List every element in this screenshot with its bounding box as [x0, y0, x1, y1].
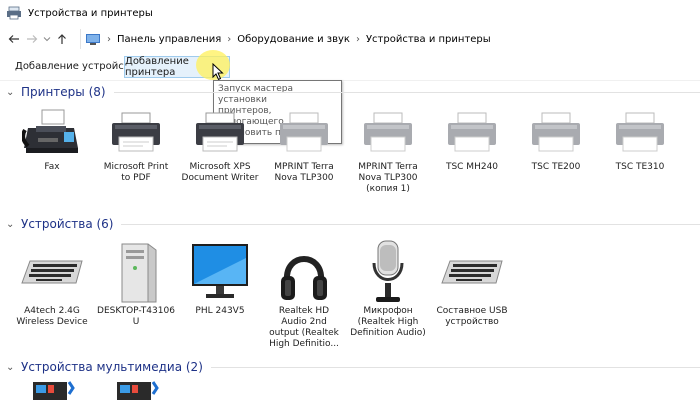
- device-microsoft-print-to-pdf[interactable]: Microsoft Print to PDF: [96, 104, 176, 184]
- printer-grey-icon: [432, 104, 512, 162]
- device-label: output (Realtek: [269, 328, 339, 338]
- group-header-printers[interactable]: ⌄ Принтеры (8): [0, 84, 700, 100]
- device-fax[interactable]: Fax: [12, 104, 92, 173]
- device-label: Audio 2nd: [281, 317, 327, 327]
- group-divider: [113, 91, 700, 93]
- device-label: TSC TE310: [615, 162, 665, 172]
- device-label: (копия 1): [366, 184, 410, 194]
- up-arrow-icon[interactable]: [53, 30, 71, 48]
- breadcrumb-devices-and-printers[interactable]: Устройства и принтеры: [366, 34, 491, 45]
- device-a4tech-wireless[interactable]: A4tech 2.4G Wireless Device: [12, 238, 92, 328]
- device-mprint-terra-nova-tlp300-copy[interactable]: MPRINT Terra Nova TLP300 (копия 1): [348, 104, 428, 195]
- device-label: MPRINT Terra: [358, 162, 418, 172]
- device-tsc-te310[interactable]: TSC TE310: [600, 104, 680, 173]
- device-label: DESKTOP-T43106: [97, 306, 175, 316]
- printer-icon: [96, 104, 176, 162]
- title-bar: Устройства и принтеры: [0, 0, 700, 26]
- device-label: Microsoft XPS: [189, 162, 251, 172]
- breadcrumb-separator-icon: ›: [107, 33, 111, 45]
- group-header-devices[interactable]: ⌄ Устройства (6): [0, 216, 700, 232]
- device-desktop-computer[interactable]: DESKTOP-T43106 U: [96, 238, 176, 328]
- computer-tower-icon: [96, 238, 176, 306]
- device-label: Definition Audio): [350, 328, 426, 338]
- device-label: Microsoft Print: [103, 162, 169, 172]
- breadcrumb-control-panel[interactable]: Панель управления: [117, 34, 221, 45]
- device-label: устройство: [445, 317, 499, 327]
- group-title: Устройства мультимедиа (2): [21, 360, 203, 374]
- printer-grey-icon: [516, 104, 596, 162]
- breadcrumb-separator-icon: ›: [355, 33, 360, 45]
- media-device-icon: [12, 378, 92, 400]
- headphones-icon: [264, 238, 344, 306]
- device-label: Nova TLP300: [358, 173, 418, 183]
- device-label: High Definitio...: [269, 339, 339, 349]
- device-multimedia-2[interactable]: [96, 378, 176, 400]
- microphone-icon: [348, 238, 428, 306]
- device-label: Wireless Device: [16, 317, 88, 327]
- device-multimedia-1[interactable]: [12, 378, 92, 400]
- group-header-multimedia[interactable]: ⌄ Устройства мультимедиа (2): [0, 359, 700, 375]
- fax-icon: [12, 104, 92, 162]
- device-realtek-hd-audio-output[interactable]: Realtek HD Audio 2nd output (Realtek Hig…: [264, 238, 344, 350]
- device-label: TSC MH240: [445, 162, 499, 172]
- device-label: PHL 243V5: [195, 306, 245, 316]
- media-device-icon: [96, 378, 176, 400]
- group-divider: [210, 366, 700, 368]
- device-label: Составное USB: [436, 306, 508, 316]
- printer-grey-icon: [264, 104, 344, 162]
- device-tsc-mh240[interactable]: TSC MH240: [432, 104, 512, 173]
- monitor-icon: [180, 238, 260, 306]
- breadcrumb-separator-icon: ›: [227, 33, 232, 45]
- keyboard-icon: [432, 238, 512, 306]
- device-label: TSC TE200: [531, 162, 581, 172]
- mouse-cursor-icon: [212, 63, 224, 81]
- back-arrow-icon[interactable]: [5, 30, 23, 48]
- group-title: Устройства (6): [21, 217, 114, 231]
- device-label: Document Writer: [181, 173, 259, 183]
- device-microphone[interactable]: Микрофон (Realtek High Definition Audio): [348, 238, 428, 339]
- printer-grey-icon: [600, 104, 680, 162]
- device-label: MPRINT Terra: [274, 162, 334, 172]
- recent-locations-chevron-icon[interactable]: [41, 30, 53, 48]
- device-tsc-te200[interactable]: TSC TE200: [516, 104, 596, 173]
- device-label: to PDF: [121, 173, 151, 183]
- printer-grey-icon: [348, 104, 428, 162]
- breadcrumb-hardware-and-sound[interactable]: Оборудование и звук: [237, 34, 350, 45]
- chevron-down-icon[interactable]: ⌄: [6, 362, 16, 373]
- printer-icon: [180, 104, 260, 162]
- window-title: Устройства и принтеры: [28, 7, 153, 19]
- device-label: U: [132, 317, 140, 327]
- device-mprint-terra-nova-tlp300[interactable]: MPRINT Terra Nova TLP300: [264, 104, 344, 184]
- chevron-down-icon[interactable]: ⌄: [6, 219, 16, 230]
- forward-arrow-icon[interactable]: [23, 30, 41, 48]
- device-label: Fax: [44, 162, 60, 172]
- control-panel-icon: [86, 33, 100, 45]
- address-bar[interactable]: › Панель управления › Оборудование и зву…: [80, 29, 700, 49]
- device-label: (Realtek High: [357, 317, 419, 327]
- device-label: Микрофон: [363, 306, 413, 316]
- chevron-down-icon[interactable]: ⌄: [6, 87, 16, 98]
- devices-and-printers-icon: [7, 6, 21, 20]
- group-title: Принтеры (8): [21, 85, 106, 99]
- device-label: A4tech 2.4G: [24, 306, 80, 316]
- device-composite-usb[interactable]: Составное USB устройство: [432, 238, 512, 328]
- device-label: Nova TLP300: [274, 173, 334, 183]
- device-phl-243v5[interactable]: PHL 243V5: [180, 238, 260, 317]
- group-divider: [121, 223, 700, 225]
- device-label: Realtek HD: [278, 306, 330, 316]
- keyboard-icon: [12, 238, 92, 306]
- device-microsoft-xps-document-writer[interactable]: Microsoft XPS Document Writer: [180, 104, 260, 184]
- command-bar: Добавление устройства Добавление принтер…: [0, 52, 700, 81]
